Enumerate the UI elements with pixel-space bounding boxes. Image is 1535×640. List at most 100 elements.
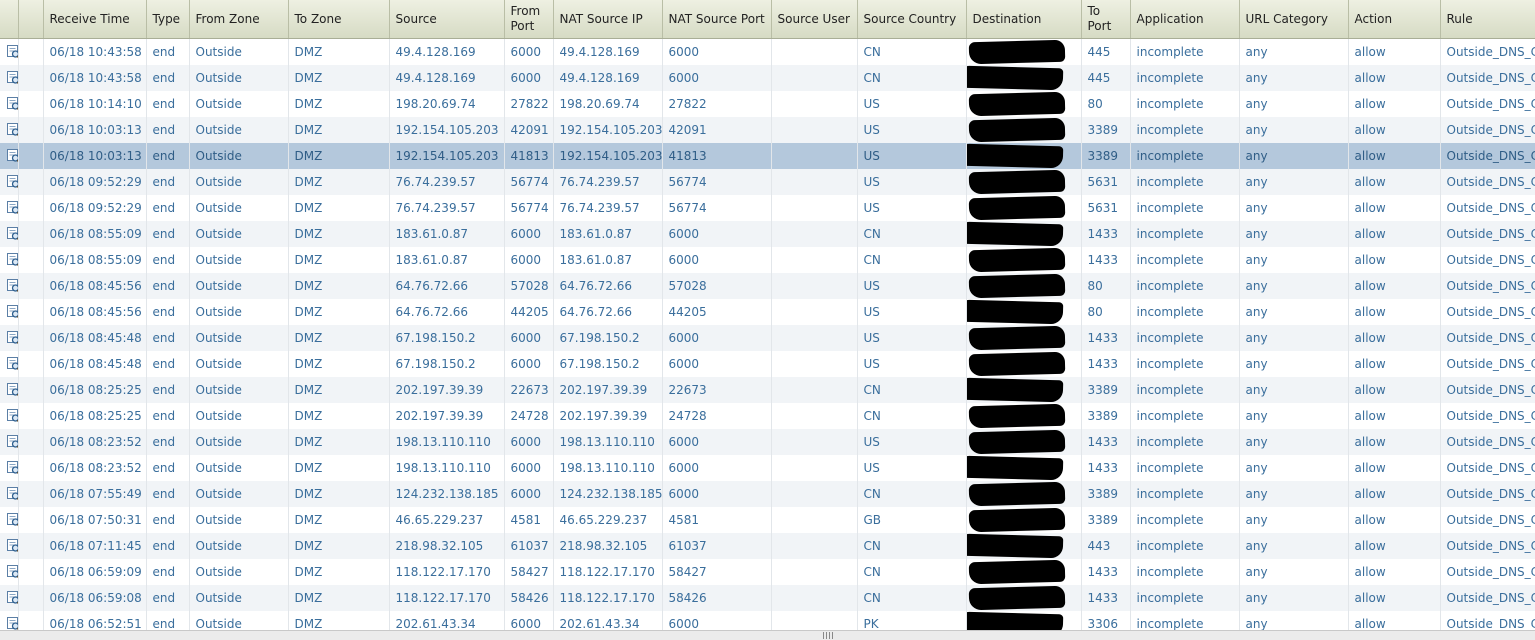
cell-source-country[interactable]: US bbox=[857, 143, 966, 169]
detail-cell[interactable] bbox=[0, 221, 18, 247]
cell-source-country[interactable]: US bbox=[857, 117, 966, 143]
table-row[interactable]: 06/18 10:43:58endOutsideDMZ49.4.128.1696… bbox=[0, 39, 1535, 66]
cell-to-zone[interactable]: DMZ bbox=[288, 429, 389, 455]
cell-from-port[interactable]: 6000 bbox=[504, 429, 553, 455]
table-row[interactable]: 06/18 07:50:31endOutsideDMZ46.65.229.237… bbox=[0, 507, 1535, 533]
cell-action[interactable]: allow bbox=[1348, 429, 1440, 455]
cell-from-port[interactable]: 6000 bbox=[504, 39, 553, 66]
cell-source-country[interactable]: US bbox=[857, 429, 966, 455]
cell-to-port[interactable]: 1433 bbox=[1081, 585, 1130, 611]
cell-action[interactable]: allow bbox=[1348, 169, 1440, 195]
cell-destination[interactable] bbox=[966, 585, 1081, 611]
cell-to-zone[interactable]: DMZ bbox=[288, 507, 389, 533]
cell-rule[interactable]: Outside_DNS_C bbox=[1440, 533, 1535, 559]
cell-source-user[interactable] bbox=[771, 247, 857, 273]
cell-type[interactable]: end bbox=[146, 403, 189, 429]
cell-type[interactable]: end bbox=[146, 481, 189, 507]
cell-nat-source-ip[interactable]: 202.197.39.39 bbox=[553, 377, 662, 403]
table-row[interactable]: 06/18 07:11:45endOutsideDMZ218.98.32.105… bbox=[0, 533, 1535, 559]
detail-cell[interactable] bbox=[0, 559, 18, 585]
cell-source[interactable]: 76.74.239.57 bbox=[389, 169, 504, 195]
cell-to-zone[interactable]: DMZ bbox=[288, 585, 389, 611]
cell-to-zone[interactable]: DMZ bbox=[288, 117, 389, 143]
cell-url-category[interactable]: any bbox=[1239, 117, 1348, 143]
cell-destination[interactable] bbox=[966, 39, 1081, 66]
cell-application[interactable]: incomplete bbox=[1130, 351, 1239, 377]
cell-from-zone[interactable]: Outside bbox=[189, 65, 288, 91]
cell-destination[interactable] bbox=[966, 169, 1081, 195]
cell-nat-source-ip[interactable]: 198.20.69.74 bbox=[553, 91, 662, 117]
cell-action[interactable]: allow bbox=[1348, 195, 1440, 221]
cell-from-port[interactable]: 6000 bbox=[504, 247, 553, 273]
cell-receive-time[interactable]: 06/18 07:55:49 bbox=[43, 481, 146, 507]
cell-source[interactable]: 202.197.39.39 bbox=[389, 403, 504, 429]
cell-url-category[interactable]: any bbox=[1239, 559, 1348, 585]
cell-from-zone[interactable]: Outside bbox=[189, 403, 288, 429]
cell-type[interactable]: end bbox=[146, 65, 189, 91]
cell-to-port[interactable]: 5631 bbox=[1081, 169, 1130, 195]
cell-action[interactable]: allow bbox=[1348, 559, 1440, 585]
cell-source-user[interactable] bbox=[771, 507, 857, 533]
cell-nat-source-ip[interactable]: 192.154.105.203 bbox=[553, 117, 662, 143]
cell-nat-source-port[interactable]: 6000 bbox=[662, 221, 771, 247]
cell-receive-time[interactable]: 06/18 07:11:45 bbox=[43, 533, 146, 559]
cell-from-port[interactable]: 6000 bbox=[504, 455, 553, 481]
log-detail-magnifier-icon[interactable] bbox=[6, 434, 18, 450]
cell-nat-source-port[interactable]: 6000 bbox=[662, 247, 771, 273]
cell-source[interactable]: 64.76.72.66 bbox=[389, 273, 504, 299]
cell-from-zone[interactable]: Outside bbox=[189, 143, 288, 169]
cell-type[interactable]: end bbox=[146, 507, 189, 533]
cell-from-zone[interactable]: Outside bbox=[189, 351, 288, 377]
log-detail-magnifier-icon[interactable] bbox=[6, 44, 18, 60]
cell-source[interactable]: 198.13.110.110 bbox=[389, 455, 504, 481]
detail-cell[interactable] bbox=[0, 585, 18, 611]
cell-source[interactable]: 67.198.150.2 bbox=[389, 325, 504, 351]
cell-to-port[interactable]: 5631 bbox=[1081, 195, 1130, 221]
cell-type[interactable]: end bbox=[146, 247, 189, 273]
cell-source-user[interactable] bbox=[771, 169, 857, 195]
cell-from-port[interactable]: 27822 bbox=[504, 91, 553, 117]
cell-application[interactable]: incomplete bbox=[1130, 273, 1239, 299]
cell-source-user[interactable] bbox=[771, 91, 857, 117]
cell-to-zone[interactable]: DMZ bbox=[288, 143, 389, 169]
cell-source-country[interactable]: CN bbox=[857, 585, 966, 611]
cell-url-category[interactable]: any bbox=[1239, 377, 1348, 403]
cell-to-zone[interactable]: DMZ bbox=[288, 247, 389, 273]
cell-to-port[interactable]: 80 bbox=[1081, 273, 1130, 299]
cell-nat-source-port[interactable]: 41813 bbox=[662, 143, 771, 169]
cell-to-zone[interactable]: DMZ bbox=[288, 559, 389, 585]
cell-from-port[interactable]: 58427 bbox=[504, 559, 553, 585]
cell-application[interactable]: incomplete bbox=[1130, 403, 1239, 429]
cell-type[interactable]: end bbox=[146, 39, 189, 66]
cell-to-zone[interactable]: DMZ bbox=[288, 221, 389, 247]
cell-source-country[interactable]: US bbox=[857, 325, 966, 351]
cell-url-category[interactable]: any bbox=[1239, 533, 1348, 559]
cell-nat-source-ip[interactable]: 198.13.110.110 bbox=[553, 429, 662, 455]
table-row[interactable]: 06/18 08:45:48endOutsideDMZ67.198.150.26… bbox=[0, 325, 1535, 351]
cell-to-zone[interactable]: DMZ bbox=[288, 65, 389, 91]
cell-url-category[interactable]: any bbox=[1239, 325, 1348, 351]
cell-url-category[interactable]: any bbox=[1239, 455, 1348, 481]
cell-receive-time[interactable]: 06/18 08:25:25 bbox=[43, 377, 146, 403]
cell-from-zone[interactable]: Outside bbox=[189, 507, 288, 533]
detail-cell[interactable] bbox=[0, 143, 18, 169]
detail-cell[interactable] bbox=[0, 325, 18, 351]
log-detail-magnifier-icon[interactable] bbox=[6, 590, 18, 606]
cell-source[interactable]: 202.197.39.39 bbox=[389, 377, 504, 403]
cell-nat-source-ip[interactable]: 202.197.39.39 bbox=[553, 403, 662, 429]
cell-receive-time[interactable]: 06/18 10:14:10 bbox=[43, 91, 146, 117]
cell-nat-source-port[interactable]: 58426 bbox=[662, 585, 771, 611]
cell-to-zone[interactable]: DMZ bbox=[288, 39, 389, 66]
cell-nat-source-port[interactable]: 58427 bbox=[662, 559, 771, 585]
cell-application[interactable]: incomplete bbox=[1130, 559, 1239, 585]
cell-nat-source-port[interactable]: 61037 bbox=[662, 533, 771, 559]
cell-application[interactable]: incomplete bbox=[1130, 325, 1239, 351]
cell-source-country[interactable]: CN bbox=[857, 377, 966, 403]
cell-rule[interactable]: Outside_DNS_C bbox=[1440, 325, 1535, 351]
cell-source-country[interactable]: CN bbox=[857, 403, 966, 429]
detail-cell[interactable] bbox=[0, 299, 18, 325]
log-detail-magnifier-icon[interactable] bbox=[6, 564, 18, 580]
table-row[interactable]: 06/18 08:45:56endOutsideDMZ64.76.72.6644… bbox=[0, 299, 1535, 325]
column-header-source-user[interactable]: Source User bbox=[771, 0, 857, 39]
cell-receive-time[interactable]: 06/18 08:45:48 bbox=[43, 325, 146, 351]
